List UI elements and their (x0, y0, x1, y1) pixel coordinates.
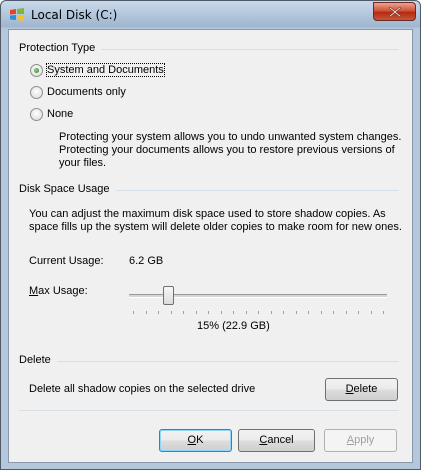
close-button[interactable] (373, 2, 416, 21)
ok-button-rest: K (196, 434, 204, 446)
delete-group: Delete (19, 354, 399, 368)
slider-tick (283, 311, 284, 314)
slider-tick (333, 311, 334, 314)
slider-tick (233, 311, 234, 314)
dialog-content: Protection Type System and Documents Doc… (8, 29, 413, 463)
protection-type-group: Protection Type (19, 42, 399, 56)
apply-button[interactable]: Apply (324, 429, 397, 452)
radio-system-and-documents[interactable]: System and Documents (30, 62, 165, 78)
slider-tick (308, 311, 309, 314)
close-icon (389, 7, 401, 17)
slider-tick (170, 311, 172, 314)
slider-tick (345, 311, 347, 314)
window-title: Local Disk (C:) (31, 8, 118, 22)
slider-tick (220, 311, 222, 314)
protection-description-line: Protecting your documents allows you to … (59, 144, 395, 156)
radio-button[interactable] (30, 85, 43, 99)
slider-tick (295, 311, 297, 314)
radio-none[interactable]: None (30, 106, 73, 122)
slider-tick (158, 311, 159, 314)
max-usage-label-rest: ax Usage: (38, 285, 88, 297)
delete-button[interactable]: Delete (325, 378, 398, 401)
current-usage-label: Current Usage: (29, 255, 104, 267)
disk-space-description-line: You can adjust the maximum disk space us… (29, 208, 386, 220)
delete-button-rest: elete (353, 383, 378, 395)
slider-tick (258, 311, 259, 314)
slider-tick (320, 311, 322, 314)
slider-tick (358, 311, 359, 314)
slider-tick (133, 311, 134, 314)
ok-button[interactable]: OK (159, 429, 232, 452)
max-usage-value: 15% (22.9 GB) (197, 320, 270, 332)
disk-space-group: Disk Space Usage (19, 183, 399, 197)
slider-tick (370, 311, 372, 314)
bottom-divider (19, 410, 399, 411)
slider-tick (195, 311, 197, 314)
radio-button-selected[interactable] (30, 63, 43, 77)
radio-documents-only[interactable]: Documents only (30, 84, 126, 100)
radio-label-none: None (47, 108, 74, 120)
disk-space-description-line: space fills up the system will delete ol… (29, 221, 402, 233)
disk-space-heading: Disk Space Usage (19, 183, 116, 195)
slider-tick (208, 311, 209, 314)
delete-heading: Delete (19, 354, 57, 366)
delete-description: Delete all shadow copies on the selected… (29, 383, 256, 395)
slider-tick (383, 311, 384, 314)
radio-label-system-and-documents: System and Documents (46, 63, 165, 77)
apply-button-rest: pply (354, 434, 375, 446)
slider-tick (145, 311, 147, 314)
title-bar[interactable]: Local Disk (C:) (1, 1, 420, 29)
slider-tick (245, 311, 247, 314)
cancel-button-rest: ancel (267, 434, 294, 446)
slider-tick (183, 311, 184, 314)
windows-flag-icon (9, 7, 25, 23)
dialog-window: Local Disk (C:) Protection Type System a… (0, 0, 421, 470)
max-usage-slider-thumb[interactable] (162, 286, 174, 305)
protection-description-line: Protecting your system allows you to und… (59, 131, 402, 143)
max-usage-label: Max Usage: (29, 285, 88, 297)
disk-space-description: You can adjust the maximum disk space us… (29, 208, 409, 234)
cancel-button[interactable]: Cancel (238, 429, 315, 452)
radio-button[interactable] (30, 107, 43, 121)
radio-label-documents-only: Documents only (47, 86, 126, 98)
current-usage-value: 6.2 GB (129, 255, 164, 267)
slider-tick (270, 311, 272, 314)
protection-description: Protecting your system allows you to und… (59, 131, 409, 170)
protection-description-line: your files. (59, 157, 107, 169)
protection-type-heading: Protection Type (19, 42, 102, 54)
